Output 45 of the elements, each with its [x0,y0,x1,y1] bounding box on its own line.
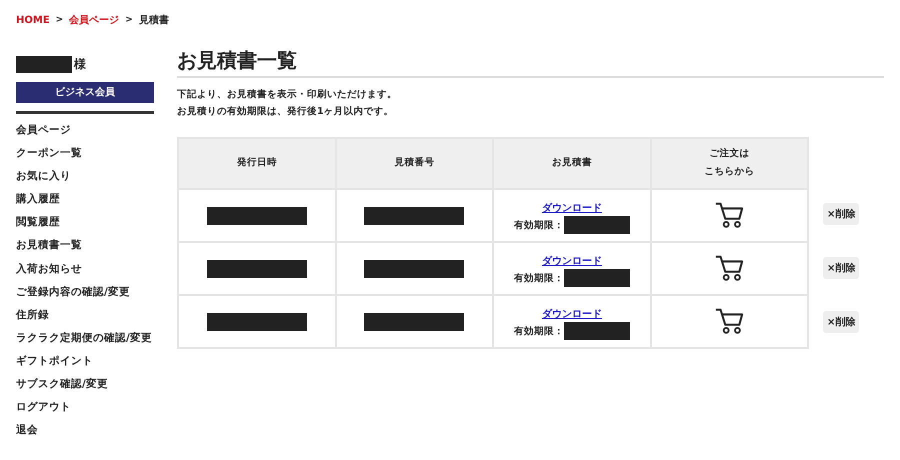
redacted-block [564,269,630,288]
sidebar-link[interactable]: 購入履歴 [16,191,154,214]
sidebar-link[interactable]: ラクラク定期便の確認/変更 [16,330,154,353]
cart-icon[interactable] [714,306,744,336]
sidebar-link[interactable]: 閲覧履歴 [16,214,154,238]
column-header: お見積書 [552,156,592,170]
sidebar-link[interactable]: クーポン一覧 [16,145,154,168]
sidebar-link[interactable]: 会員ページ [16,122,154,146]
sidebar-link[interactable]: お見積書一覧 [16,237,154,261]
breadcrumb-link[interactable]: 会員ページ [69,13,120,27]
sidebar-link[interactable]: ご登録内容の確認/変更 [16,284,154,307]
sidebar-link[interactable]: サブスク確認/変更 [16,376,154,400]
delete-button[interactable]: ×削除 [823,257,860,279]
sidebar-link[interactable]: 住所録 [16,306,154,330]
expiry-label: 有効期限： [514,272,564,285]
sidebar-link[interactable]: お気に入り [16,168,154,192]
sidebar-link[interactable]: 入荷お知らせ [16,260,154,284]
expiry-label: 有効期限： [514,218,564,232]
cart-icon[interactable] [714,253,744,284]
breadcrumb-link[interactable]: HOME [16,14,50,26]
member-badge: ビジネス会員 [16,82,154,103]
download-link[interactable]: ダウンロード [542,307,602,322]
intro-text: お見積りの有効期限は、発行後1ヶ月以内です。 [177,105,395,119]
breadcrumb-current: 見積書 [138,14,169,27]
breadcrumb-separator: > [125,15,133,25]
expiry-label: 有効期限： [514,324,564,338]
column-header: 見積番号 [394,156,434,170]
redacted-block [564,322,630,340]
column-header: 発行日時 [236,156,277,170]
breadcrumb-separator: > [56,15,64,25]
column-header: ご注文は [709,146,750,162]
delete-button[interactable]: ×削除 [823,203,860,225]
redacted-block [16,56,72,72]
intro-text: 下記より、お見積書を表示・印刷いただけます。 [177,88,398,102]
cart-icon[interactable] [714,200,744,230]
column-header: こちらから [704,165,754,180]
download-link[interactable]: ダウンロード [542,254,602,268]
sidebar-link[interactable]: ギフトポイント [16,352,154,376]
page-title: お見積書一覧 [177,47,884,78]
sidebar-link[interactable]: 退会 [16,422,154,446]
user-suffix: 様 [74,56,86,72]
redacted-block [564,216,630,234]
download-link[interactable]: ダウンロード [542,201,602,216]
delete-button[interactable]: ×削除 [823,311,860,333]
sidebar-link[interactable]: ログアウト [16,399,154,422]
